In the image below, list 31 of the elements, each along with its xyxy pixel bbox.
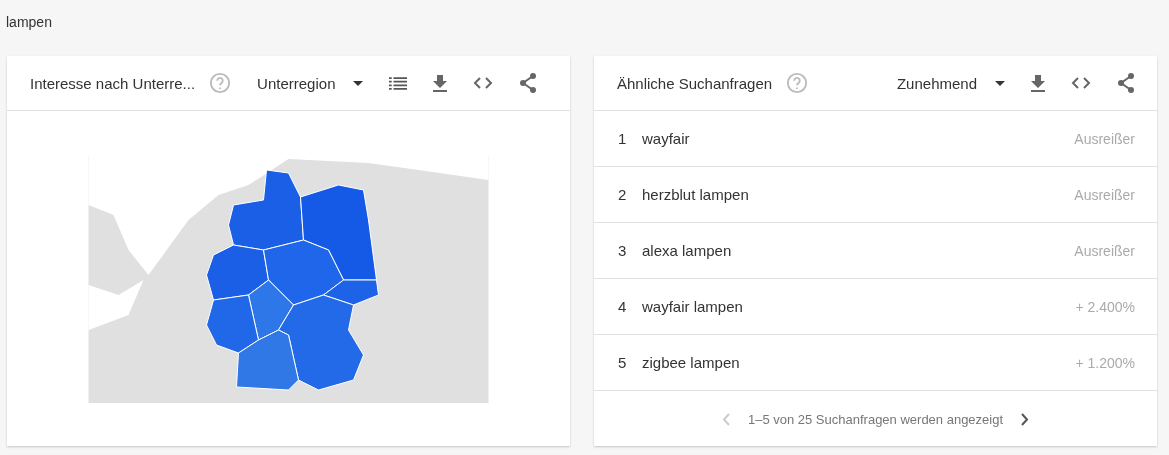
- caret-icon: [353, 80, 364, 86]
- growth-value: + 1.200%: [1075, 354, 1135, 371]
- list-icon[interactable]: [389, 76, 408, 90]
- sort-dropdown[interactable]: Zunehmend: [896, 74, 1005, 92]
- caret-icon: [995, 80, 1005, 86]
- region-dropdown[interactable]: Unterregion: [257, 74, 364, 92]
- card-title: Ähnliche Suchanfragen: [617, 74, 773, 92]
- embed-code-icon[interactable]: [1071, 77, 1091, 89]
- query-link[interactable]: zigbee lampen: [642, 354, 1076, 371]
- download-icon[interactable]: [1031, 74, 1045, 92]
- share-icon[interactable]: [1117, 73, 1135, 93]
- growth-value: Ausreißer: [1074, 130, 1135, 147]
- download-icon[interactable]: [433, 74, 448, 92]
- rank-number: 3: [618, 242, 628, 259]
- embed-code-icon[interactable]: [473, 77, 494, 89]
- card-title: Interesse nach Unterre...: [30, 74, 196, 92]
- rank-number: 1: [618, 130, 628, 147]
- search-term: lampen: [5, 13, 53, 32]
- growth-value: Ausreißer: [1074, 242, 1135, 259]
- query-link[interactable]: wayfair: [642, 130, 1075, 147]
- next-page-icon[interactable]: [1021, 412, 1030, 426]
- query-link[interactable]: alexa lampen: [642, 242, 1075, 259]
- share-icon[interactable]: [519, 73, 538, 93]
- growth-value: + 2.400%: [1075, 298, 1135, 315]
- rank-number: 4: [618, 298, 628, 315]
- pagination-text: 1–5 von 25 Suchanfragen werden angezeigt: [747, 411, 1004, 427]
- rank-number: 5: [618, 354, 628, 371]
- query-link[interactable]: wayfair lampen: [642, 298, 1076, 315]
- rank-number: 2: [618, 186, 628, 203]
- query-link[interactable]: herzblut lampen: [642, 186, 1075, 203]
- growth-value: Ausreißer: [1074, 186, 1135, 203]
